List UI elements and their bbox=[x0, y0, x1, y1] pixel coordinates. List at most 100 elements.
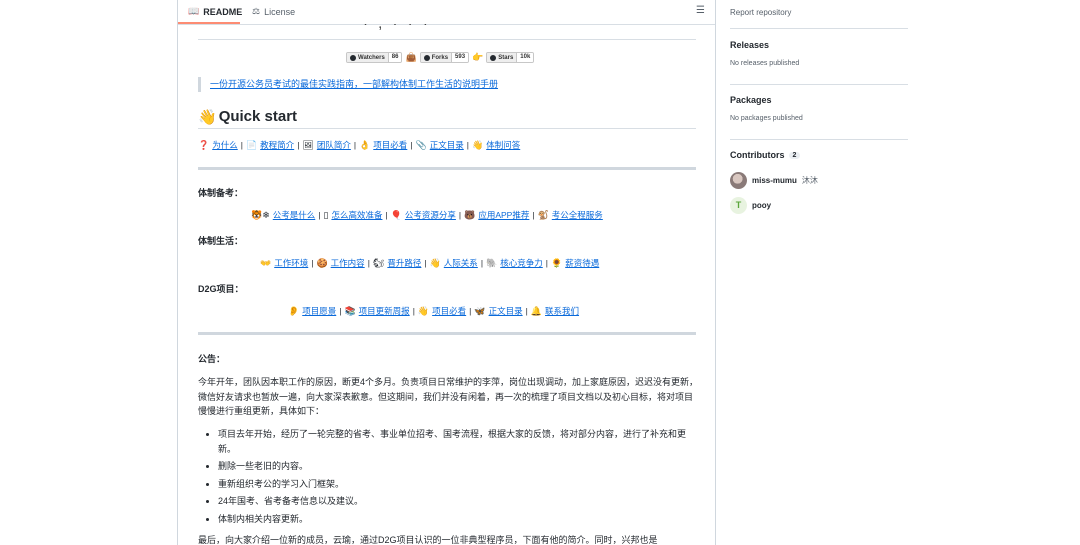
link-promotion[interactable]: 晋升路径 bbox=[387, 257, 421, 269]
question-icon: ❓ bbox=[198, 139, 210, 150]
link-work-content[interactable]: 工作内容 bbox=[331, 257, 365, 269]
nav-link-contents[interactable]: 正文目录 bbox=[430, 139, 464, 151]
section-prep-links: 🐯❄ 公考是什么 | ▯ 怎么高效准备 | 🎈 公考资源分享 | 🐻 应用APP推荐 |… bbox=[251, 209, 603, 221]
butterfly-icon: 🦋 bbox=[474, 305, 486, 316]
link-salary[interactable]: 薪资待遇 bbox=[565, 257, 599, 269]
link-full-service[interactable]: 考公全程服务 bbox=[552, 209, 603, 221]
contributors-section: Contributors 2 bbox=[730, 150, 908, 160]
page-icon: 📄 bbox=[245, 139, 258, 150]
badge-forks[interactable]: Forks 593 bbox=[419, 52, 470, 63]
readme-tabbar: 📖 README ⚖ License ☰ bbox=[178, 0, 715, 25]
badge-watchers-value: 86 bbox=[387, 53, 402, 62]
link-apps[interactable]: 应用APP推荐 bbox=[478, 209, 529, 221]
github-icon bbox=[490, 54, 497, 61]
list-item: 重新组织考公的学习入门框架。 bbox=[218, 477, 698, 492]
contributors-title[interactable]: Contributors bbox=[730, 150, 785, 160]
link-resources[interactable]: 公考资源分享 bbox=[405, 209, 456, 221]
badge-stars-label: Stars bbox=[498, 54, 514, 61]
tab-license-label: License bbox=[264, 6, 296, 17]
quick-nav-links: ❓ 为什么 | 📄 教程简介 | 🖼 团队简介 | 👌 项目必看 | 📎 正文目录 | 👋… bbox=[198, 139, 521, 151]
tab-license[interactable]: ⚖ License bbox=[252, 6, 295, 17]
link-weekly[interactable]: 项目更新周报 bbox=[359, 305, 410, 317]
thumbs-up-icon: 👜 bbox=[405, 52, 417, 62]
ok-hand-icon: 👌 bbox=[359, 139, 371, 150]
divider bbox=[730, 28, 908, 29]
contributor-name[interactable]: pooy bbox=[752, 201, 771, 210]
contributor-name[interactable]: miss-mumu bbox=[752, 176, 797, 185]
badge-watchers-label: Watchers bbox=[358, 54, 385, 61]
link-competitiveness[interactable]: 核心竞争力 bbox=[500, 257, 543, 269]
packages-section: Packages No packages published bbox=[730, 95, 908, 122]
notice-title: 公告： bbox=[198, 354, 226, 364]
list-item: 项目去年开始，经历了一轮完整的省考、事业单位招考、国考流程，根据大家的反馈，将对… bbox=[218, 427, 698, 456]
box-icon: ▯ bbox=[323, 209, 329, 220]
tiger-icon: 🐯❄ bbox=[251, 209, 270, 220]
releases-title[interactable]: Releases bbox=[730, 40, 908, 50]
link-project-must-read[interactable]: 项目必看 bbox=[432, 305, 466, 317]
link-what-is-exam[interactable]: 公考是什么 bbox=[273, 209, 316, 221]
wave-icon: 👋 bbox=[198, 108, 217, 126]
contributors-count: 2 bbox=[788, 151, 801, 159]
contributor-item[interactable]: miss-mumu 沐沐 bbox=[730, 172, 818, 189]
notice-intro: 今年开年，团队因本职工作的原因，断更4个多月。负责项目日常维护的李萍，岗位出现调… bbox=[198, 377, 699, 416]
contributors-heading: Contributors 2 bbox=[730, 150, 908, 160]
quick-start-heading: 👋 Quick start bbox=[198, 105, 696, 129]
badge-stars[interactable]: Stars 10k bbox=[486, 52, 535, 63]
ear-icon: 👂 bbox=[288, 305, 300, 316]
link-work-env[interactable]: 工作环境 bbox=[274, 257, 308, 269]
monkey-icon: 🐒 bbox=[537, 209, 549, 220]
link-vision[interactable]: 项目愿景 bbox=[302, 305, 336, 317]
nav-link-why[interactable]: 为什么 bbox=[212, 139, 238, 151]
badge-forks-label: Forks bbox=[431, 54, 449, 61]
section-prep-title: 体制备考： bbox=[198, 188, 244, 198]
wave-icon: 👋 bbox=[471, 139, 484, 150]
balloon-icon: 🎈 bbox=[390, 209, 402, 220]
tagline-link[interactable]: 一份开源公务员考试的最佳实践指南，一部解构体制工作生活的说明手册 bbox=[210, 79, 498, 89]
link-contact[interactable]: 联系我们 bbox=[545, 305, 579, 317]
tab-readme[interactable]: 📖 README bbox=[188, 6, 242, 17]
wave-icon: 👋 bbox=[417, 305, 430, 316]
tab-readme-label: README bbox=[203, 6, 243, 17]
book-icon: 📖 bbox=[188, 6, 200, 16]
badge-forks-value: 593 bbox=[451, 53, 469, 62]
divider bbox=[730, 84, 908, 85]
avatar[interactable]: T bbox=[730, 197, 747, 214]
divider bbox=[730, 139, 908, 140]
link-how-to-prepare[interactable]: 怎么高效准备 bbox=[331, 209, 382, 221]
github-icon bbox=[423, 54, 430, 61]
list-item: 体制内相关内容更新。 bbox=[218, 512, 698, 527]
elephant-icon: 🐘 bbox=[486, 257, 498, 268]
readme-panel: 📖 README ⚖ License ☰ · , · · · Watchers … bbox=[177, 0, 716, 545]
contributor-item[interactable]: T pooy bbox=[730, 197, 771, 214]
notice-outro: 最后，向大家介绍一位新的成员，云瑜，通过D2G项目认识的一位非典型程序员，下面有… bbox=[198, 535, 658, 545]
badge-watchers[interactable]: Watchers 86 bbox=[346, 52, 403, 63]
list-item: 24年国考、省考备考信息以及建议。 bbox=[218, 494, 698, 509]
divider bbox=[198, 332, 696, 335]
nav-link-qa[interactable]: 体制问答 bbox=[486, 139, 520, 151]
report-repository-link[interactable]: Report repository bbox=[730, 8, 791, 17]
github-icon bbox=[350, 54, 356, 61]
avatar[interactable] bbox=[730, 172, 747, 189]
nav-link-intro[interactable]: 教程简介 bbox=[260, 139, 294, 151]
section-project-links: 👂 项目愿景 | 📚 项目更新周报 | 👋 项目必看 | 🦋 正文目录 | 🔔 联系我们 bbox=[288, 305, 580, 317]
cut-off-heading-text: · , · · · bbox=[363, 24, 431, 32]
bell-icon: 🔔 bbox=[530, 305, 543, 316]
section-life-links: 👐 工作环境 | 🍪 工作内容 | 🐿 晋升路径 | 👋 人际关系 | 🐘 核心竞争力 |… bbox=[260, 257, 600, 269]
list-item: 删除一些老旧的内容。 bbox=[218, 459, 698, 474]
link-relations[interactable]: 人际关系 bbox=[444, 257, 478, 269]
table-of-contents-icon[interactable]: ☰ bbox=[696, 5, 705, 16]
wave-icon: 👋 bbox=[429, 257, 441, 268]
link-project-contents[interactable]: 正文目录 bbox=[489, 305, 523, 317]
nav-link-must-read[interactable]: 项目必看 bbox=[373, 139, 407, 151]
tagline-quote: 一份开源公务员考试的最佳实践指南，一部解构体制工作生活的说明手册 bbox=[198, 77, 696, 92]
sunflower-icon: 🌻 bbox=[550, 257, 563, 268]
badge-stars-value: 10k bbox=[516, 53, 534, 62]
divider bbox=[198, 167, 696, 170]
nav-link-team[interactable]: 团队简介 bbox=[317, 139, 351, 151]
bear-icon: 🐻 bbox=[464, 209, 476, 220]
packages-title[interactable]: Packages bbox=[730, 95, 908, 105]
cut-off-heading: · , · · · bbox=[198, 24, 696, 40]
picture-icon: 🖼 bbox=[302, 139, 314, 150]
point-icon: 👉 bbox=[472, 52, 484, 62]
hands-icon: 👐 bbox=[260, 257, 272, 268]
